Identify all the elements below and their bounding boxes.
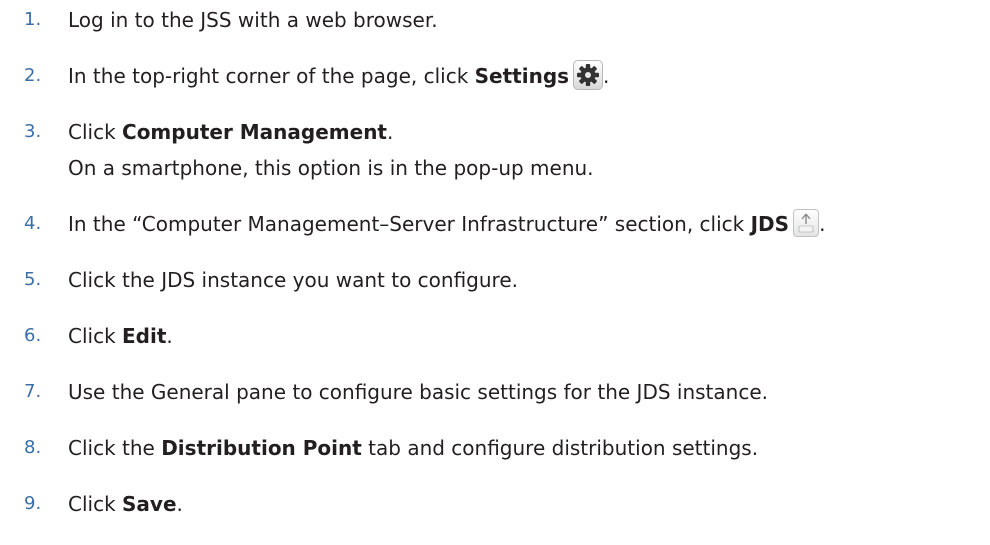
- step-number: 9.: [24, 493, 42, 514]
- step-number: 5.: [24, 269, 42, 290]
- edit-label: Edit: [122, 324, 167, 348]
- save-label: Save: [122, 492, 177, 516]
- step-number: 4.: [24, 213, 42, 234]
- step-continuation-text: On a smartphone, this option is in the p…: [68, 156, 594, 180]
- step-number: 6.: [24, 325, 42, 346]
- step-text: Click Computer Management.: [68, 120, 394, 144]
- jds-label: JDS: [750, 212, 790, 236]
- step-number: 1.: [24, 9, 42, 30]
- distribution-point-label: Distribution Point: [161, 436, 362, 460]
- computer-management-label: Computer Management: [122, 120, 387, 144]
- step-text: Click the JDS instance you want to confi…: [68, 268, 518, 292]
- step-number: 8.: [24, 437, 42, 458]
- jds-icon: [793, 208, 820, 237]
- step-text: In the “Computer Management–Server Infra…: [68, 208, 825, 240]
- step-text: Use the General pane to configure basic …: [68, 380, 768, 404]
- step-number: 3.: [24, 121, 42, 142]
- step-number: 7.: [24, 381, 42, 402]
- step-number: 2.: [24, 65, 42, 86]
- step-text: In the top-right corner of the page, cli…: [68, 59, 609, 93]
- settings-label: Settings: [474, 64, 570, 88]
- step-text: Click the Distribution Point tab and con…: [68, 436, 759, 460]
- step-text: Log in to the JSS with a web browser.: [68, 8, 438, 32]
- gear-icon: [573, 59, 604, 90]
- step-text: Click Save.: [68, 492, 183, 516]
- step-text: Click Edit.: [68, 324, 173, 348]
